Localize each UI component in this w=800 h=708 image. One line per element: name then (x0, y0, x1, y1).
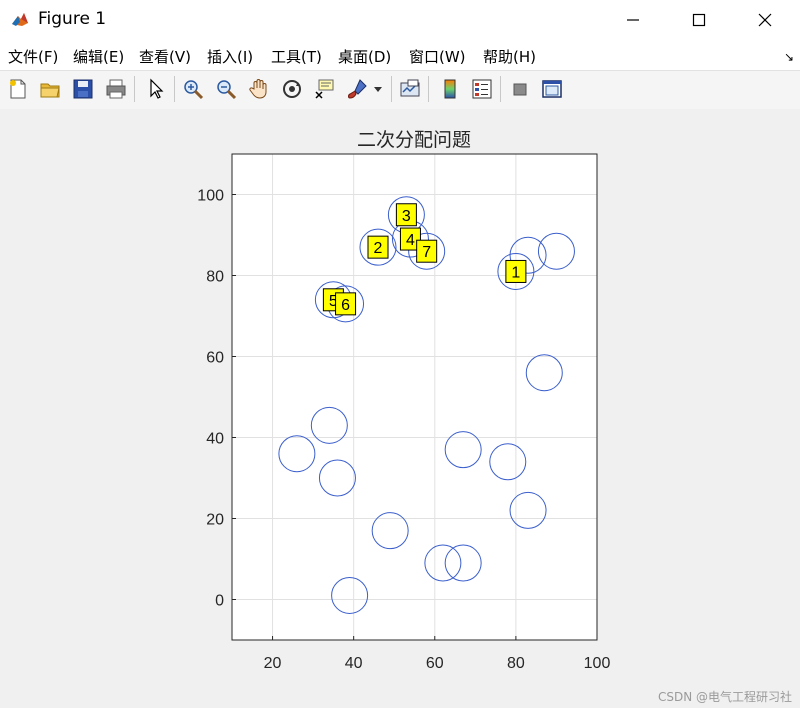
plot-title: 二次分配问题 (357, 129, 471, 151)
label-text: 7 (422, 244, 431, 261)
axes-background (232, 154, 597, 640)
x-tick-label: 40 (345, 655, 363, 672)
label-text: 1 (511, 264, 520, 281)
y-tick-label: 60 (206, 350, 224, 367)
y-tick-label: 20 (206, 512, 224, 529)
watermark: CSDN @电气工程研习社 (657, 690, 792, 704)
label-text: 2 (374, 240, 383, 257)
x-tick-label: 100 (584, 655, 611, 672)
label-text: 6 (341, 297, 350, 314)
label-text: 4 (406, 232, 415, 249)
y-tick-label: 80 (206, 269, 224, 286)
y-tick-label: 0 (215, 593, 224, 610)
label-text: 3 (402, 208, 411, 225)
y-tick-label: 100 (197, 188, 224, 205)
x-tick-label: 80 (507, 655, 525, 672)
x-tick-label: 60 (426, 655, 444, 672)
x-axis: 20 40 60 80 100 (264, 636, 611, 672)
y-axis: 0 20 40 60 80 100 (197, 188, 236, 610)
plot-svg[interactable]: 二次分配问题 20 40 60 80 100 020406080100 123475 6 (0, 0, 800, 708)
y-tick-label: 40 (206, 431, 224, 448)
x-tick-label: 20 (264, 655, 282, 672)
